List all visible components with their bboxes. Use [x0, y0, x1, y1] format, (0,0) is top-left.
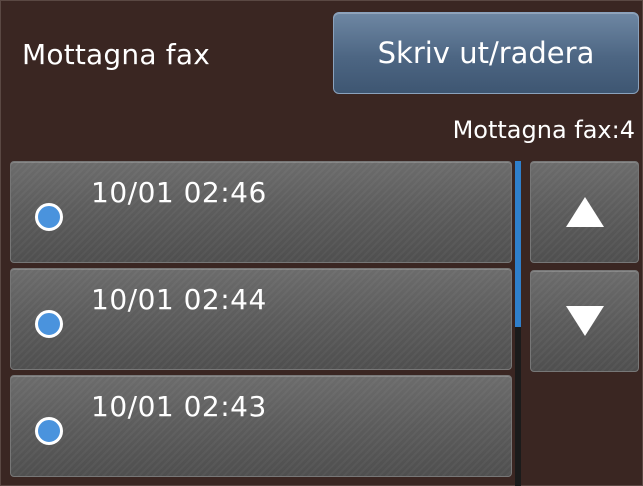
unread-dot-icon: [35, 310, 63, 338]
fax-list-item[interactable]: 10/01 02:44: [10, 268, 512, 370]
unread-dot-icon: [35, 203, 63, 231]
triangle-up-icon: [565, 197, 604, 227]
fax-timestamp: 10/01 02:43: [91, 390, 267, 423]
scrollbar-thumb[interactable]: [515, 161, 521, 327]
fax-list-item[interactable]: 10/01 02:46: [10, 161, 512, 263]
triangle-down-icon: [565, 306, 604, 336]
fax-list-item[interactable]: 10/01 02:43: [10, 375, 512, 477]
scroll-down-button[interactable]: [530, 270, 639, 372]
fax-timestamp: 10/01 02:46: [91, 176, 267, 209]
fax-count-label: Mottagna fax:4: [452, 116, 635, 144]
unread-dot-icon: [35, 417, 63, 445]
list-scrollbar[interactable]: [515, 161, 521, 486]
print-delete-button[interactable]: Skriv ut/radera: [333, 12, 639, 94]
page-title: Mottagna fax: [22, 38, 210, 71]
fax-timestamp: 10/01 02:44: [91, 283, 267, 316]
scroll-up-button[interactable]: [530, 161, 639, 263]
